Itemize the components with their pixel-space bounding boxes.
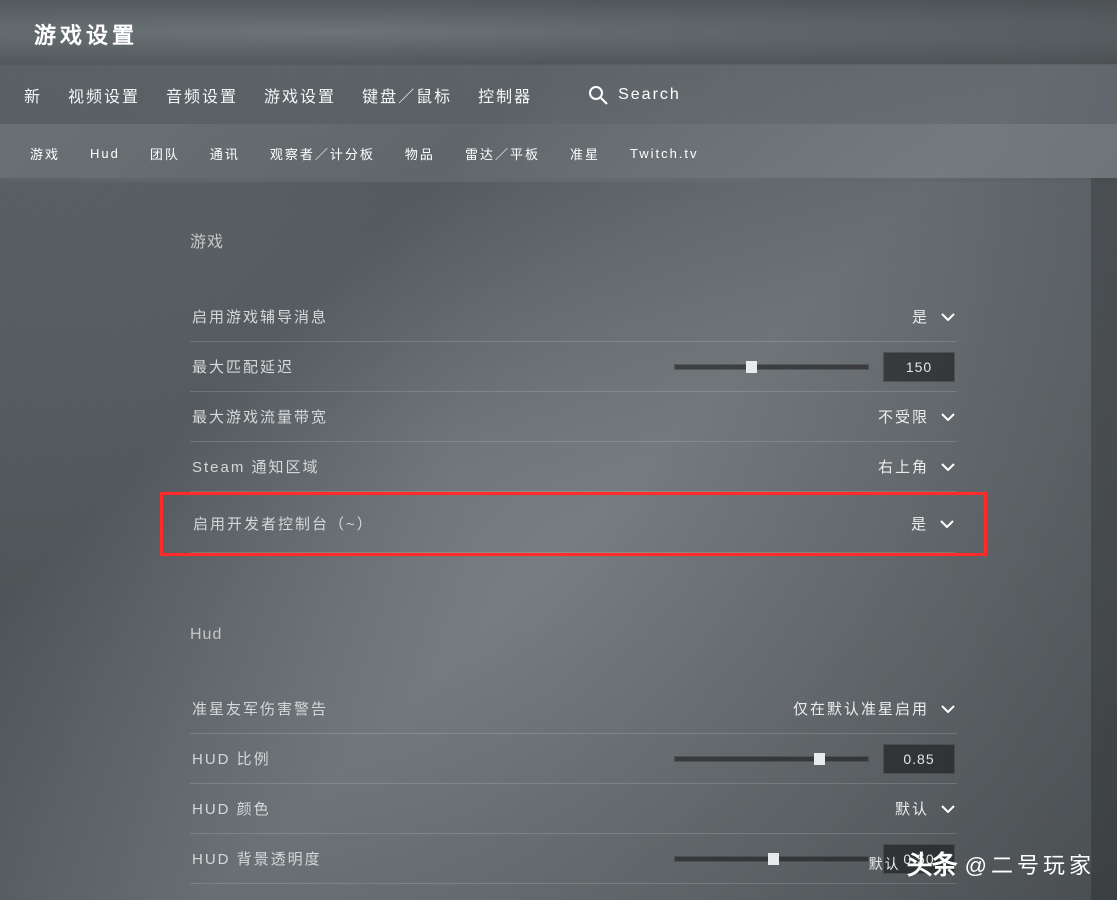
row-healthammo: 生命值/弹药样式 bbox=[190, 884, 957, 900]
page-title: 游戏设置 bbox=[0, 0, 1117, 64]
slider-thumb[interactable] bbox=[746, 361, 757, 373]
section-header-hud: Hud bbox=[190, 626, 957, 644]
row-instructor: 启用游戏辅导消息 是 bbox=[190, 292, 957, 342]
value-dev-console: 是 bbox=[911, 513, 928, 534]
subtab-crosshair[interactable]: 准星 bbox=[570, 144, 600, 163]
subtab-game[interactable]: 游戏 bbox=[30, 144, 60, 163]
row-hud-alpha: HUD 背景透明度 0.50 bbox=[190, 834, 957, 884]
slider-max-ping[interactable] bbox=[674, 364, 869, 370]
search-field[interactable]: Search bbox=[588, 85, 681, 105]
row-bandwidth: 最大游戏流量带宽 不受限 bbox=[190, 392, 957, 442]
chevron-down-icon bbox=[941, 705, 955, 713]
chevron-down-icon bbox=[940, 520, 954, 528]
label-steam-notify: Steam 通知区域 bbox=[192, 456, 320, 477]
slider-thumb[interactable] bbox=[814, 753, 825, 765]
value-instructor: 是 bbox=[912, 306, 929, 327]
subtab-hud[interactable]: Hud bbox=[90, 146, 120, 161]
label-bandwidth: 最大游戏流量带宽 bbox=[192, 406, 328, 427]
chevron-down-icon bbox=[941, 413, 955, 421]
dropdown-instructor[interactable]: 是 bbox=[912, 306, 955, 327]
label-hud-alpha: HUD 背景透明度 bbox=[192, 848, 322, 869]
slider-thumb[interactable] bbox=[768, 853, 779, 865]
value-friendly-fire: 仅在默认准星启用 bbox=[793, 698, 929, 719]
subtab-items[interactable]: 物品 bbox=[405, 144, 435, 163]
chevron-down-icon bbox=[941, 805, 955, 813]
row-max-ping: 最大匹配延迟 150 bbox=[190, 342, 957, 392]
label-hud-color: HUD 颜色 bbox=[192, 798, 271, 819]
dropdown-dev-console[interactable]: 是 bbox=[911, 513, 954, 534]
chevron-down-icon bbox=[941, 463, 955, 471]
row-hud-color: HUD 颜色 默认 bbox=[190, 784, 957, 834]
tab-video[interactable]: 视频设置 bbox=[68, 83, 140, 107]
watermark-logo: 头条 bbox=[907, 845, 957, 882]
chevron-down-icon bbox=[941, 313, 955, 321]
dropdown-hud-color[interactable]: 默认 bbox=[895, 798, 955, 819]
search-icon bbox=[588, 85, 608, 105]
dropdown-steam-notify[interactable]: 右上角 bbox=[878, 456, 955, 477]
label-hud-scale: HUD 比例 bbox=[192, 748, 271, 769]
dropdown-friendly-fire[interactable]: 仅在默认准星启用 bbox=[793, 698, 955, 719]
dropdown-bandwidth[interactable]: 不受限 bbox=[878, 406, 955, 427]
search-placeholder: Search bbox=[618, 86, 681, 104]
watermark-prefix: 默认 bbox=[869, 854, 901, 874]
sub-tabs: 游戏 Hud 团队 通讯 观察者／计分板 物品 雷达／平板 准星 Twitch.… bbox=[0, 124, 1117, 182]
label-max-ping: 最大匹配延迟 bbox=[192, 356, 294, 377]
value-bandwidth: 不受限 bbox=[878, 406, 929, 427]
subtab-spectator[interactable]: 观察者／计分板 bbox=[270, 144, 375, 163]
subtab-radar[interactable]: 雷达／平板 bbox=[465, 144, 540, 163]
slider-hud-scale[interactable] bbox=[674, 756, 869, 762]
value-hud-color: 默认 bbox=[895, 798, 929, 819]
main-tabs: 新 视频设置 音频设置 游戏设置 键盘／鼠标 控制器 Search bbox=[0, 64, 1117, 124]
highlighted-dev-console-row: 启用开发者控制台（~） 是 bbox=[160, 492, 987, 556]
label-instructor: 启用游戏辅导消息 bbox=[192, 306, 328, 327]
tab-game[interactable]: 游戏设置 bbox=[264, 83, 336, 107]
row-dev-console: 启用开发者控制台（~） 是 bbox=[191, 495, 956, 553]
subtab-comm[interactable]: 通讯 bbox=[210, 144, 240, 163]
label-dev-console: 启用开发者控制台（~） bbox=[193, 513, 374, 534]
slider-hud-alpha[interactable] bbox=[674, 856, 869, 862]
row-steam-notify: Steam 通知区域 右上角 bbox=[190, 442, 957, 492]
value-max-ping[interactable]: 150 bbox=[883, 352, 955, 382]
tab-new[interactable]: 新 bbox=[24, 83, 42, 107]
watermark-handle: @二号玩家 bbox=[965, 848, 1095, 880]
value-hud-scale[interactable]: 0.85 bbox=[883, 744, 955, 774]
tab-keyboard[interactable]: 键盘／鼠标 bbox=[362, 83, 452, 107]
tab-controller[interactable]: 控制器 bbox=[478, 83, 532, 107]
subtab-team[interactable]: 团队 bbox=[150, 144, 180, 163]
watermark: 默认 头条 @二号玩家 bbox=[869, 845, 1095, 882]
label-friendly-fire: 准星友军伤害警告 bbox=[192, 698, 328, 719]
row-friendly-fire: 准星友军伤害警告 仅在默认准星启用 bbox=[190, 684, 957, 734]
section-header-game: 游戏 bbox=[190, 228, 957, 252]
row-hud-scale: HUD 比例 0.85 bbox=[190, 734, 957, 784]
subtab-twitch[interactable]: Twitch.tv bbox=[630, 146, 699, 161]
value-steam-notify: 右上角 bbox=[878, 456, 929, 477]
tab-audio[interactable]: 音频设置 bbox=[166, 83, 238, 107]
